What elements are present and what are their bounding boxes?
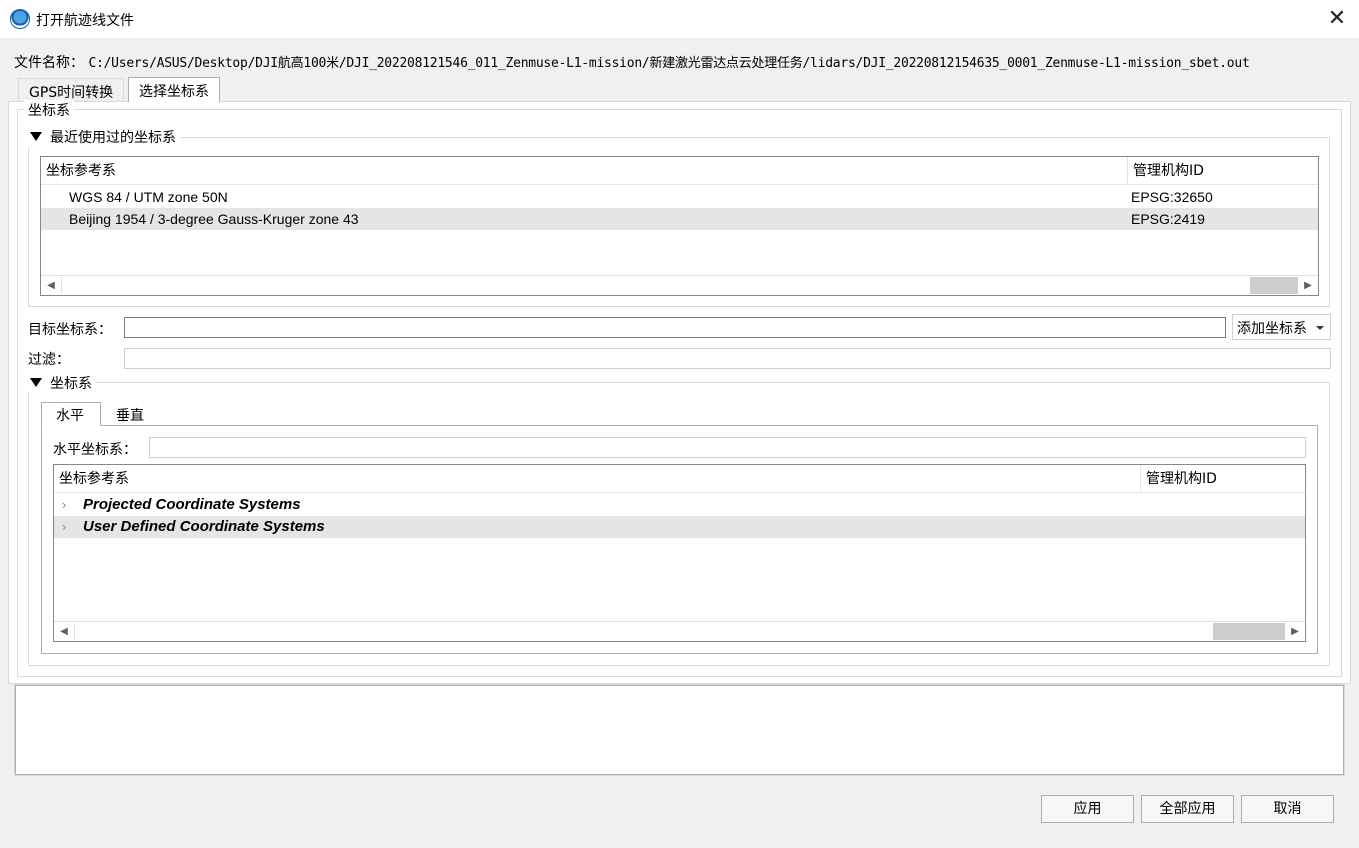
crs-id-cell: EPSG:2419 <box>1131 211 1205 227</box>
window-title: 打开航迹线文件 <box>36 13 134 29</box>
tab-gps-time[interactable]: GPS时间转换 <box>18 78 125 101</box>
horizontal-crs-input[interactable] <box>149 437 1306 458</box>
column-header-crs[interactable]: 坐标参考系 <box>54 465 129 493</box>
collapse-triangle-icon <box>30 378 42 387</box>
table-row[interactable]: Beijing 1954 / 3-degree Gauss-Kruger zon… <box>41 208 1318 230</box>
crs-name-cell: WGS 84 / UTM zone 50N <box>69 189 228 205</box>
horizontal-scrollbar[interactable]: ◀ ▶ <box>41 275 1318 295</box>
close-button[interactable]: ✕ <box>1322 4 1352 34</box>
recent-crs-title: 最近使用过的坐标系 <box>50 130 176 146</box>
scroll-right-icon[interactable]: ▶ <box>1298 276 1318 295</box>
horizontal-scrollbar[interactable]: ◀ ▶ <box>54 621 1305 641</box>
tree-item-user-defined[interactable]: › User Defined Coordinate Systems <box>54 516 1305 538</box>
title-bar <box>0 0 1359 38</box>
apply-button[interactable]: 应用 <box>1041 795 1134 823</box>
file-path-value: C:/Users/ASUS/Desktop/DJI航高100米/DJI_2022… <box>88 56 1250 71</box>
recent-crs-header[interactable]: 最近使用过的坐标系 <box>26 127 180 147</box>
table-header: 坐标参考系 管理机构ID <box>41 157 1318 185</box>
chevron-right-icon[interactable]: › <box>62 494 66 516</box>
file-path-label: 文件名称： <box>14 55 84 71</box>
horizontal-crs-label: 水平坐标系： <box>53 442 137 458</box>
target-crs-input[interactable] <box>124 317 1226 338</box>
tab-horizontal[interactable]: 水平 <box>41 402 101 426</box>
table-row[interactable]: WGS 84 / UTM zone 50N EPSG:32650 <box>41 186 1318 208</box>
systems-header[interactable]: 坐标系 <box>26 373 96 393</box>
add-crs-label: 添加坐标系 <box>1237 321 1307 337</box>
scroll-thumb[interactable] <box>1213 623 1285 640</box>
app-logo-icon <box>10 9 30 29</box>
systems-title: 坐标系 <box>50 376 92 392</box>
file-path-row: 文件名称： C:/Users/ASUS/Desktop/DJI航高100米/DJ… <box>14 52 1250 72</box>
collapse-triangle-icon <box>30 132 42 141</box>
scroll-thumb[interactable] <box>1250 277 1298 294</box>
table-header: 坐标参考系 管理机构ID <box>54 465 1305 493</box>
column-header-crs[interactable]: 坐标参考系 <box>41 157 116 185</box>
cancel-button[interactable]: 取消 <box>1241 795 1334 823</box>
chevron-right-icon[interactable]: › <box>62 516 66 538</box>
tab-vertical[interactable]: 垂直 <box>104 405 160 425</box>
apply-all-button[interactable]: 全部应用 <box>1141 795 1234 823</box>
scroll-right-icon[interactable]: ▶ <box>1285 622 1305 641</box>
target-crs-label: 目标坐标系： <box>28 322 112 338</box>
column-header-authority-id[interactable]: 管理机构ID <box>1141 465 1217 493</box>
filter-label: 过滤： <box>28 352 70 368</box>
scroll-left-icon[interactable]: ◀ <box>41 276 61 295</box>
tab-select-crs[interactable]: 选择坐标系 <box>128 77 220 102</box>
column-header-authority-id[interactable]: 管理机构ID <box>1128 157 1204 185</box>
scroll-left-icon[interactable]: ◀ <box>54 622 74 641</box>
recent-crs-table: 坐标参考系 管理机构ID WGS 84 / UTM zone 50N EPSG:… <box>40 156 1319 296</box>
dropdown-caret-icon <box>1316 326 1324 330</box>
crs-name-cell: Beijing 1954 / 3-degree Gauss-Kruger zon… <box>69 211 359 227</box>
add-crs-dropdown-button[interactable]: 添加坐标系 <box>1232 314 1331 340</box>
message-area <box>15 685 1344 775</box>
crs-tree-table: 坐标参考系 管理机构ID › Projected Coordinate Syst… <box>53 464 1306 642</box>
tree-item-label: User Defined Coordinate Systems <box>83 518 325 535</box>
tree-item-projected[interactable]: › Projected Coordinate Systems <box>54 494 1305 516</box>
filter-input[interactable] <box>124 348 1331 369</box>
crs-group-title: 坐标系 <box>24 100 74 120</box>
tree-item-label: Projected Coordinate Systems <box>83 496 301 513</box>
crs-id-cell: EPSG:32650 <box>1131 189 1213 205</box>
